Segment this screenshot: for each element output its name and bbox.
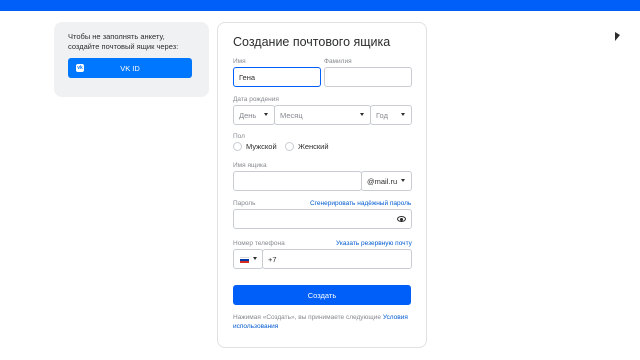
birth-month-value: Месяц bbox=[280, 110, 303, 120]
first-name-input[interactable]: Гена bbox=[233, 67, 321, 87]
mailbox-label: Имя ящика bbox=[233, 162, 267, 169]
country-select[interactable] bbox=[233, 249, 263, 269]
mouse-cursor-icon bbox=[615, 32, 620, 41]
radio-circle-icon bbox=[285, 142, 294, 151]
birth-day-value: День bbox=[239, 110, 257, 120]
first-name-value: Гена bbox=[239, 72, 256, 82]
backup-email-link[interactable]: Указать резервную почту bbox=[336, 240, 412, 247]
gender-male-radio[interactable]: Мужской bbox=[233, 142, 277, 151]
birth-year-select[interactable]: Год bbox=[370, 105, 412, 125]
chevron-down-icon bbox=[401, 113, 405, 116]
gender-female-radio[interactable]: Женский bbox=[285, 142, 329, 151]
vk-id-button[interactable]: vk VK ID bbox=[68, 58, 192, 78]
last-name-input[interactable] bbox=[324, 67, 412, 87]
gender-male-label: Мужской bbox=[246, 142, 277, 151]
password-input[interactable] bbox=[233, 209, 412, 229]
chevron-down-icon bbox=[253, 257, 257, 260]
birth-year-value: Год bbox=[376, 110, 388, 120]
last-name-label: Фамилия bbox=[324, 58, 352, 65]
vk-id-card: Чтобы не заполнять анкету, создайте почт… bbox=[54, 22, 209, 97]
chevron-down-icon bbox=[401, 179, 405, 182]
form-title: Создание почтового ящика bbox=[233, 35, 391, 49]
birth-day-select[interactable]: День bbox=[233, 105, 275, 125]
phone-prefix: +7 bbox=[268, 254, 277, 264]
create-button[interactable]: Создать bbox=[233, 285, 411, 305]
vk-logo-icon: vk bbox=[76, 64, 84, 72]
chevron-down-icon bbox=[264, 113, 268, 116]
terms-prefix: Нажимая «Создать», вы принимаете следующ… bbox=[233, 314, 383, 321]
generate-password-link[interactable]: Сгенерировать надёжный пароль bbox=[310, 200, 411, 207]
phone-input[interactable]: +7 bbox=[262, 249, 412, 269]
gender-label: Пол bbox=[233, 133, 245, 140]
radio-circle-icon bbox=[233, 142, 242, 151]
top-bar bbox=[0, 0, 640, 11]
russia-flag-icon bbox=[240, 257, 249, 263]
signup-form: Создание почтового ящика Имя Гена Фамили… bbox=[217, 22, 427, 348]
terms-text: Нажимая «Создать», вы принимаете следующ… bbox=[233, 313, 413, 331]
vk-id-button-label: VK ID bbox=[120, 63, 140, 73]
first-name-label: Имя bbox=[233, 58, 246, 65]
eye-icon[interactable] bbox=[397, 216, 406, 222]
create-button-label: Создать bbox=[307, 290, 337, 300]
mailbox-input[interactable] bbox=[233, 171, 362, 191]
chevron-down-icon bbox=[360, 113, 364, 116]
mail-domain-value: @mail.ru bbox=[367, 176, 398, 186]
phone-label: Номер телефона bbox=[233, 240, 285, 247]
password-label: Пароль bbox=[233, 200, 256, 207]
birth-date-label: Дата рождения bbox=[233, 96, 279, 103]
vk-hint-text: Чтобы не заполнять анкету, создайте почт… bbox=[68, 32, 179, 51]
birth-month-select[interactable]: Месяц bbox=[274, 105, 371, 125]
mail-domain-select[interactable]: @mail.ru bbox=[361, 171, 412, 191]
gender-female-label: Женский bbox=[298, 142, 329, 151]
